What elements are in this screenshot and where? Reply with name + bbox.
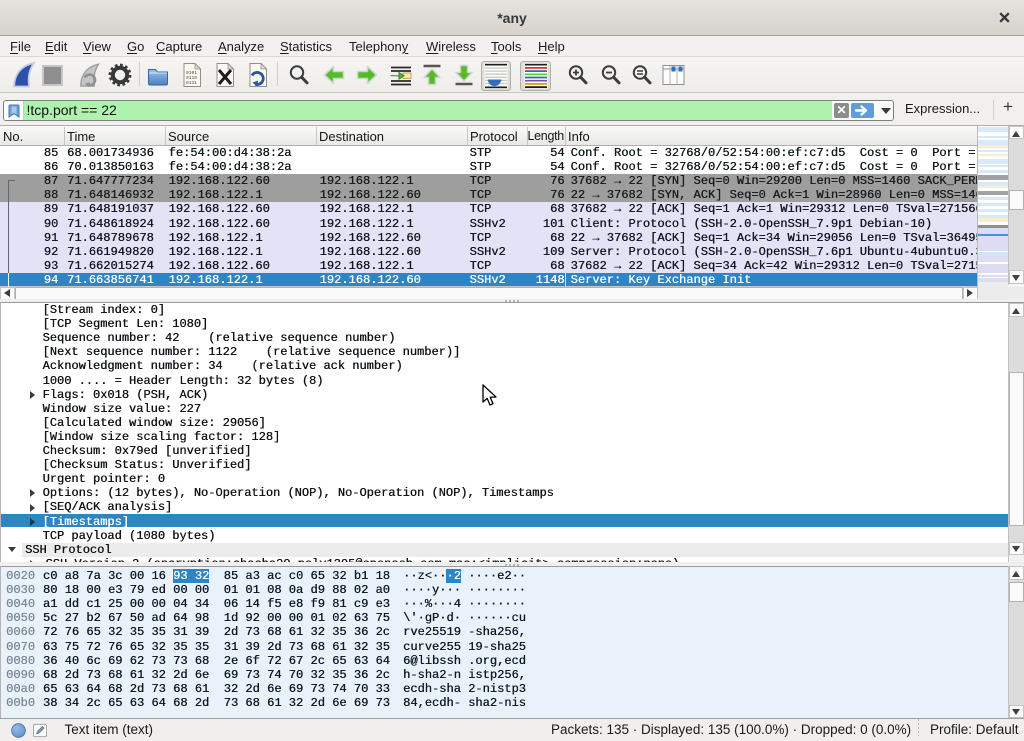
svg-text:0111: 0111 bbox=[186, 80, 197, 86]
